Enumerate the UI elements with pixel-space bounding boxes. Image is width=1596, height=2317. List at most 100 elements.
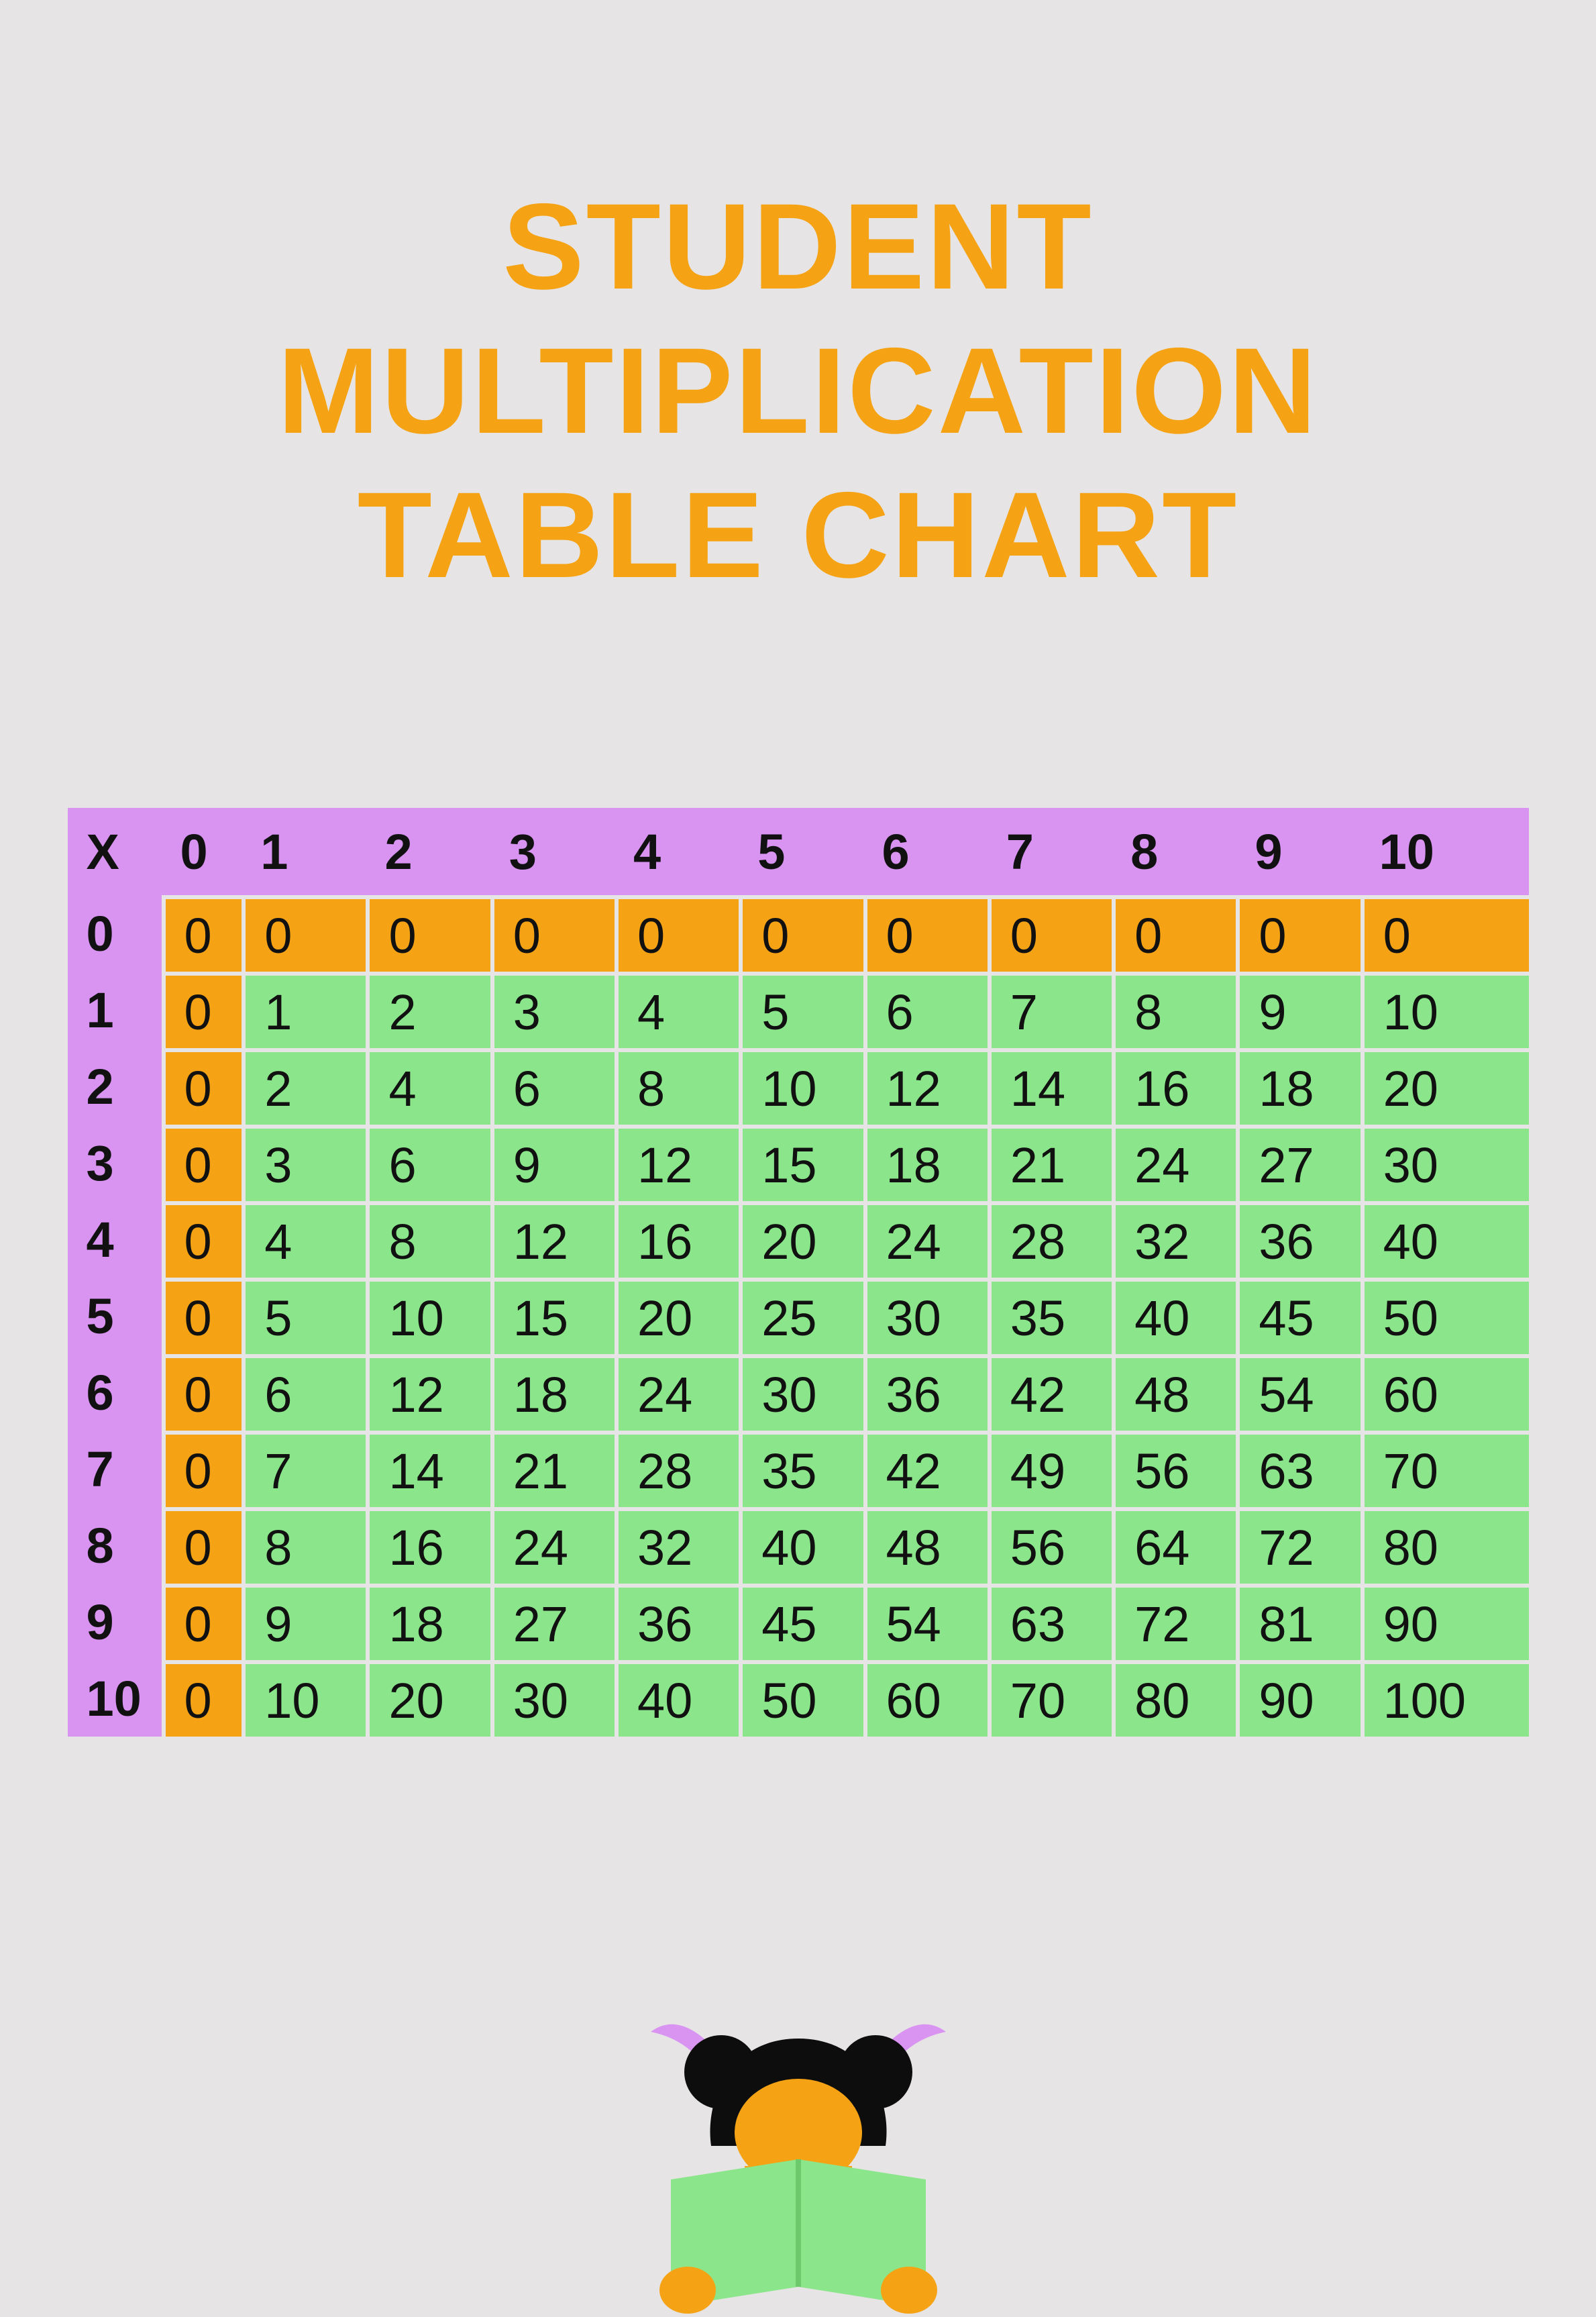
table-cell: 6 (242, 1354, 366, 1431)
table-cell: 4 (242, 1201, 366, 1278)
table-cell: 2 (366, 972, 490, 1048)
table-cell: 42 (988, 1354, 1112, 1431)
table-cell: 40 (1112, 1278, 1236, 1354)
table-cell: 36 (615, 1584, 739, 1660)
table-cell: 8 (366, 1201, 490, 1278)
table-cell: 10 (366, 1278, 490, 1354)
table-cell: 0 (739, 895, 863, 972)
col-header: 5 (739, 808, 863, 895)
table-cell: 18 (863, 1125, 988, 1201)
table-cell: 3 (490, 972, 615, 1048)
table-cell: 0 (162, 895, 242, 972)
table-cell: 0 (162, 1278, 242, 1354)
table-cell: 24 (490, 1507, 615, 1584)
table-cell: 16 (615, 1201, 739, 1278)
table-cell: 24 (615, 1354, 739, 1431)
table-cell: 9 (490, 1125, 615, 1201)
table-cell: 25 (739, 1278, 863, 1354)
table-cell: 32 (615, 1507, 739, 1584)
table-cell: 72 (1236, 1507, 1360, 1584)
table-cell: 20 (739, 1201, 863, 1278)
table-cell: 64 (1112, 1507, 1236, 1584)
table-cell: 9 (1236, 972, 1360, 1048)
table-cell: 28 (615, 1431, 739, 1507)
table-cell: 1 (242, 972, 366, 1048)
table-cell: 36 (863, 1354, 988, 1431)
table-cell: 27 (1236, 1125, 1360, 1201)
table-cell: 7 (988, 972, 1112, 1048)
table-cell: 2 (242, 1048, 366, 1125)
table-corner: X (68, 808, 162, 895)
table-cell: 7 (242, 1431, 366, 1507)
table-cell: 50 (739, 1660, 863, 1737)
table-cell: 40 (739, 1507, 863, 1584)
table-cell: 0 (162, 972, 242, 1048)
title-line-1: STUDENT (502, 178, 1093, 315)
table-cell: 50 (1361, 1278, 1529, 1354)
table-cell: 21 (490, 1431, 615, 1507)
table-cell: 0 (162, 1048, 242, 1125)
table-cell: 0 (162, 1354, 242, 1431)
col-header: 4 (615, 808, 739, 895)
table-cell: 16 (1112, 1048, 1236, 1125)
row-header: 6 (68, 1354, 162, 1431)
table-cell: 4 (615, 972, 739, 1048)
table-cell: 14 (366, 1431, 490, 1507)
col-header: 2 (366, 808, 490, 895)
title-line-3: TABLE CHART (358, 466, 1239, 603)
title-line-2: MULTIPLICATION (278, 322, 1319, 459)
row-header: 3 (68, 1125, 162, 1201)
table-cell: 45 (739, 1584, 863, 1660)
row-header: 5 (68, 1278, 162, 1354)
table-cell: 10 (1361, 972, 1529, 1048)
table-cell: 16 (366, 1507, 490, 1584)
table-cell: 0 (162, 1584, 242, 1660)
table-cell: 42 (863, 1431, 988, 1507)
table-cell: 45 (1236, 1278, 1360, 1354)
table-cell: 12 (863, 1048, 988, 1125)
table-cell: 90 (1361, 1584, 1529, 1660)
table-cell: 0 (242, 895, 366, 972)
table-cell: 0 (1361, 895, 1529, 972)
col-header: 8 (1112, 808, 1236, 895)
table-cell: 48 (1112, 1354, 1236, 1431)
row-header: 0 (68, 895, 162, 972)
table-cell: 0 (366, 895, 490, 972)
table-cell: 35 (988, 1278, 1112, 1354)
table-cell: 49 (988, 1431, 1112, 1507)
table-cell: 0 (1112, 895, 1236, 972)
table-cell: 80 (1112, 1660, 1236, 1737)
row-header: 1 (68, 972, 162, 1048)
table-cell: 0 (1236, 895, 1360, 972)
table-cell: 0 (162, 1507, 242, 1584)
table-cell: 24 (1112, 1125, 1236, 1201)
table-cell: 63 (988, 1584, 1112, 1660)
col-header: 1 (242, 808, 366, 895)
table-cell: 18 (490, 1354, 615, 1431)
table-cell: 0 (615, 895, 739, 972)
table-cell: 8 (615, 1048, 739, 1125)
table-cell: 27 (490, 1584, 615, 1660)
student-icon (610, 1992, 986, 2314)
table-cell: 14 (988, 1048, 1112, 1125)
table-cell: 0 (490, 895, 615, 972)
table-cell: 40 (1361, 1201, 1529, 1278)
table-cell: 81 (1236, 1584, 1360, 1660)
table-cell: 15 (490, 1278, 615, 1354)
table-cell: 8 (1112, 972, 1236, 1048)
col-header: 9 (1236, 808, 1360, 895)
table-cell: 20 (615, 1278, 739, 1354)
row-header: 2 (68, 1048, 162, 1125)
table-cell: 10 (739, 1048, 863, 1125)
table-cell: 32 (1112, 1201, 1236, 1278)
row-header: 8 (68, 1507, 162, 1584)
col-header: 7 (988, 808, 1112, 895)
table-cell: 30 (739, 1354, 863, 1431)
table-cell: 10 (242, 1660, 366, 1737)
table-cell: 6 (863, 972, 988, 1048)
table-cell: 63 (1236, 1431, 1360, 1507)
table-cell: 0 (162, 1431, 242, 1507)
multiplication-table: X012345678910000000000000101234567891020… (68, 808, 1529, 1737)
table-cell: 6 (366, 1125, 490, 1201)
table-cell: 28 (988, 1201, 1112, 1278)
